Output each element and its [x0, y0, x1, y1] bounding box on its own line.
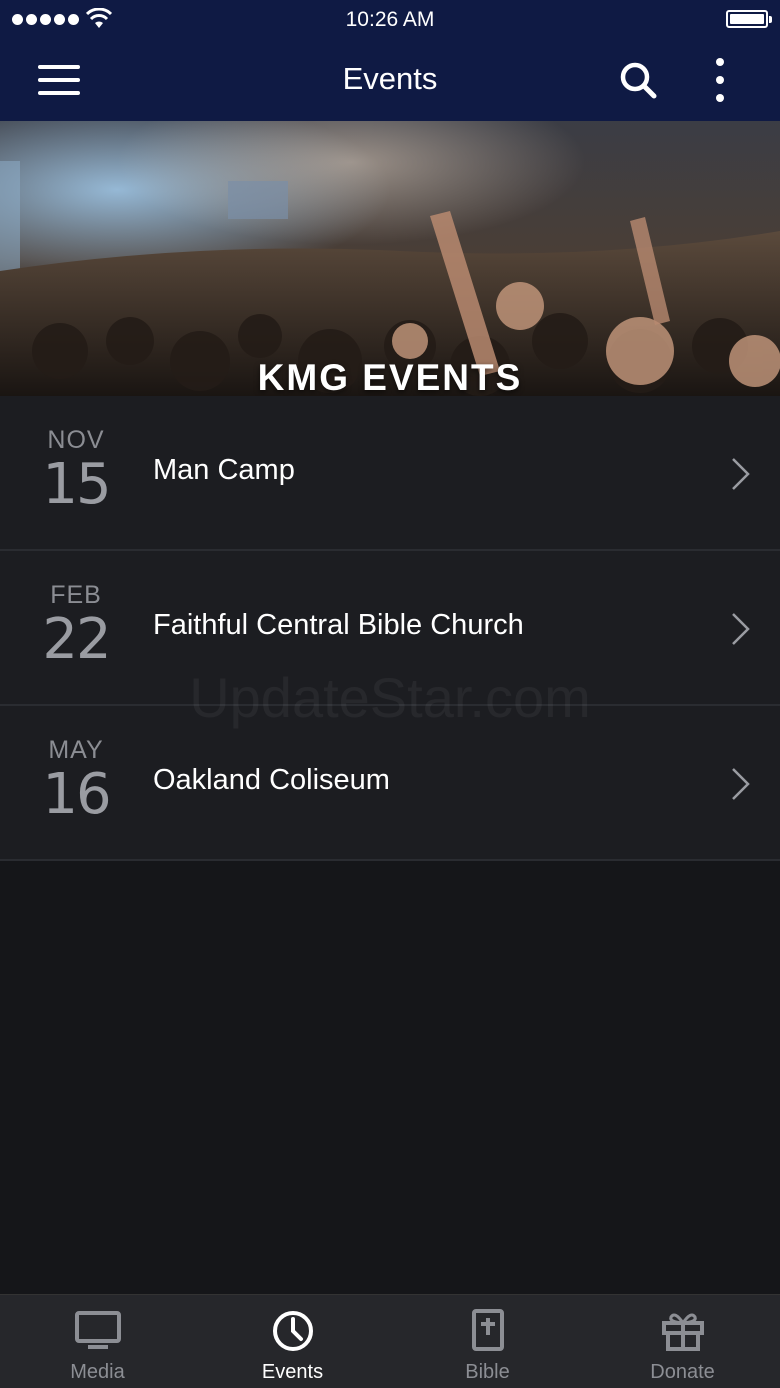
event-day: 16 — [42, 762, 111, 827]
event-row[interactable]: MAY 16 Oakland Coliseum — [0, 706, 780, 861]
event-list: NOV 15 Man Camp FEB 22 Faithful Central … — [0, 396, 780, 861]
concert-crowd-image — [0, 121, 780, 396]
event-day: 22 — [42, 607, 111, 672]
chevron-right-icon — [732, 613, 750, 645]
page-title: Events — [342, 61, 438, 96]
tab-bar: Media Events Bible Donate — [0, 1294, 780, 1388]
event-row[interactable]: NOV 15 Man Camp — [0, 396, 780, 551]
event-day: 15 — [42, 452, 111, 517]
event-title: Man Camp — [153, 454, 295, 486]
event-date: FEB 22 — [0, 581, 152, 668]
battery-icon — [726, 10, 772, 28]
more-options-icon[interactable] — [706, 58, 734, 102]
tab-label: Donate — [650, 1361, 715, 1383]
status-time: 10:26 AM — [345, 8, 435, 31]
chevron-right-icon — [732, 458, 750, 490]
event-date: NOV 15 — [0, 426, 152, 513]
event-month: NOV — [47, 426, 105, 454]
hero-banner: KMG EVENTS — [0, 121, 780, 396]
tab-label: Bible — [465, 1361, 510, 1383]
search-icon[interactable] — [618, 60, 658, 100]
tab-events[interactable]: Events — [195, 1295, 390, 1388]
event-month: MAY — [48, 736, 104, 764]
event-row[interactable]: FEB 22 Faithful Central Bible Church — [0, 551, 780, 706]
tab-donate[interactable]: Donate — [585, 1295, 780, 1388]
event-title: Oakland Coliseum — [153, 764, 390, 796]
tab-label: Events — [261, 1361, 324, 1383]
status-bar: 10:26 AM — [0, 0, 780, 40]
nav-bar: Events — [0, 40, 780, 121]
tab-label: Media — [70, 1361, 125, 1383]
bible-icon — [471, 1309, 504, 1351]
clock-icon — [272, 1311, 313, 1351]
tab-bible[interactable]: Bible — [390, 1295, 585, 1388]
hero-title: KMG EVENTS — [257, 357, 523, 396]
event-month: FEB — [50, 581, 102, 609]
event-date: MAY 16 — [0, 736, 152, 823]
tv-icon — [74, 1311, 121, 1349]
chevron-right-icon — [732, 768, 750, 800]
tab-media[interactable]: Media — [0, 1295, 195, 1388]
event-title: Faithful Central Bible Church — [153, 609, 524, 641]
gift-icon — [661, 1313, 704, 1351]
